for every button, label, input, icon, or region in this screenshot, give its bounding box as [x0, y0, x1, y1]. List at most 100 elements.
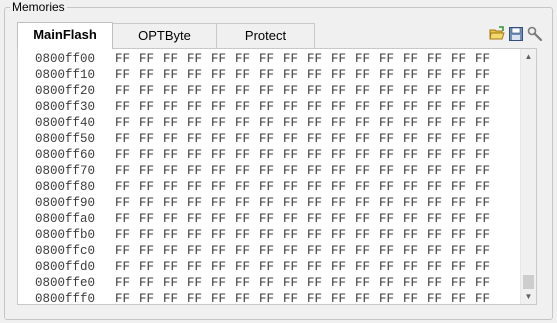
byte-cell[interactable]: FF: [163, 131, 187, 147]
byte-cell[interactable]: FF: [307, 67, 331, 83]
byte-cell[interactable]: FF: [283, 259, 307, 275]
byte-cell[interactable]: FF: [259, 147, 283, 163]
byte-cell[interactable]: FF: [307, 259, 331, 275]
byte-cell[interactable]: FF: [115, 51, 139, 67]
byte-cell[interactable]: FF: [403, 131, 427, 147]
byte-cell[interactable]: FF: [163, 67, 187, 83]
byte-cell[interactable]: FF: [379, 211, 403, 227]
byte-cell[interactable]: FF: [283, 243, 307, 259]
byte-cell[interactable]: FF: [475, 259, 499, 275]
byte-cell[interactable]: FF: [163, 99, 187, 115]
byte-cell[interactable]: FF: [355, 83, 379, 99]
byte-cell[interactable]: FF: [427, 291, 451, 304]
byte-cell[interactable]: FF: [259, 115, 283, 131]
byte-cell[interactable]: FF: [139, 179, 163, 195]
byte-cell[interactable]: FF: [427, 179, 451, 195]
byte-cell[interactable]: FF: [139, 67, 163, 83]
byte-cell[interactable]: FF: [331, 275, 355, 291]
byte-cell[interactable]: FF: [139, 163, 163, 179]
byte-cell[interactable]: FF: [307, 211, 331, 227]
byte-cell[interactable]: FF: [475, 227, 499, 243]
byte-cell[interactable]: FF: [211, 83, 235, 99]
byte-cell[interactable]: FF: [427, 163, 451, 179]
byte-cell[interactable]: FF: [355, 163, 379, 179]
byte-cell[interactable]: FF: [355, 243, 379, 259]
byte-cell[interactable]: FF: [475, 99, 499, 115]
byte-cell[interactable]: FF: [163, 51, 187, 67]
byte-cell[interactable]: FF: [283, 291, 307, 304]
byte-cell[interactable]: FF: [115, 163, 139, 179]
byte-cell[interactable]: FF: [139, 147, 163, 163]
byte-cell[interactable]: FF: [427, 51, 451, 67]
byte-cell[interactable]: FF: [115, 99, 139, 115]
byte-cell[interactable]: FF: [427, 131, 451, 147]
byte-cell[interactable]: FF: [211, 115, 235, 131]
byte-cell[interactable]: FF: [283, 195, 307, 211]
byte-cell[interactable]: FF: [331, 67, 355, 83]
byte-cell[interactable]: FF: [211, 227, 235, 243]
byte-cell[interactable]: FF: [331, 131, 355, 147]
vertical-scrollbar[interactable]: ▲ ▼: [520, 49, 536, 304]
byte-cell[interactable]: FF: [403, 147, 427, 163]
byte-cell[interactable]: FF: [427, 275, 451, 291]
byte-cell[interactable]: FF: [475, 211, 499, 227]
byte-cell[interactable]: FF: [235, 275, 259, 291]
byte-cell[interactable]: FF: [355, 115, 379, 131]
byte-cell[interactable]: FF: [307, 179, 331, 195]
byte-cell[interactable]: FF: [211, 99, 235, 115]
byte-cell[interactable]: FF: [451, 147, 475, 163]
byte-cell[interactable]: FF: [427, 67, 451, 83]
byte-cell[interactable]: FF: [475, 163, 499, 179]
byte-cell[interactable]: FF: [259, 51, 283, 67]
byte-cell[interactable]: FF: [451, 163, 475, 179]
byte-cell[interactable]: FF: [307, 227, 331, 243]
byte-cell[interactable]: FF: [235, 99, 259, 115]
byte-cell[interactable]: FF: [187, 163, 211, 179]
byte-cell[interactable]: FF: [355, 227, 379, 243]
byte-cell[interactable]: FF: [427, 211, 451, 227]
byte-cell[interactable]: FF: [115, 147, 139, 163]
byte-cell[interactable]: FF: [307, 163, 331, 179]
byte-cell[interactable]: FF: [379, 147, 403, 163]
byte-cell[interactable]: FF: [451, 131, 475, 147]
byte-cell[interactable]: FF: [163, 291, 187, 304]
byte-cell[interactable]: FF: [403, 51, 427, 67]
byte-cell[interactable]: FF: [163, 227, 187, 243]
byte-cell[interactable]: FF: [475, 243, 499, 259]
byte-cell[interactable]: FF: [307, 99, 331, 115]
byte-cell[interactable]: FF: [259, 195, 283, 211]
byte-cell[interactable]: FF: [331, 99, 355, 115]
byte-cell[interactable]: FF: [211, 211, 235, 227]
byte-cell[interactable]: FF: [115, 259, 139, 275]
byte-cell[interactable]: FF: [307, 83, 331, 99]
byte-cell[interactable]: FF: [139, 99, 163, 115]
byte-cell[interactable]: FF: [187, 259, 211, 275]
byte-cell[interactable]: FF: [259, 83, 283, 99]
byte-cell[interactable]: FF: [235, 195, 259, 211]
byte-cell[interactable]: FF: [115, 179, 139, 195]
byte-cell[interactable]: FF: [187, 115, 211, 131]
byte-cell[interactable]: FF: [211, 259, 235, 275]
byte-cell[interactable]: FF: [307, 195, 331, 211]
byte-cell[interactable]: FF: [331, 291, 355, 304]
byte-cell[interactable]: FF: [331, 227, 355, 243]
byte-cell[interactable]: FF: [235, 147, 259, 163]
byte-cell[interactable]: FF: [451, 99, 475, 115]
byte-cell[interactable]: FF: [451, 211, 475, 227]
byte-cell[interactable]: FF: [211, 243, 235, 259]
byte-cell[interactable]: FF: [187, 67, 211, 83]
byte-cell[interactable]: FF: [139, 115, 163, 131]
byte-cell[interactable]: FF: [331, 195, 355, 211]
byte-cell[interactable]: FF: [235, 179, 259, 195]
byte-cell[interactable]: FF: [211, 131, 235, 147]
byte-cell[interactable]: FF: [331, 51, 355, 67]
byte-cell[interactable]: FF: [187, 227, 211, 243]
byte-cell[interactable]: FF: [259, 99, 283, 115]
byte-cell[interactable]: FF: [187, 51, 211, 67]
byte-cell[interactable]: FF: [307, 147, 331, 163]
byte-cell[interactable]: FF: [355, 275, 379, 291]
byte-cell[interactable]: FF: [139, 243, 163, 259]
byte-cell[interactable]: FF: [115, 227, 139, 243]
byte-cell[interactable]: FF: [451, 67, 475, 83]
byte-cell[interactable]: FF: [379, 83, 403, 99]
